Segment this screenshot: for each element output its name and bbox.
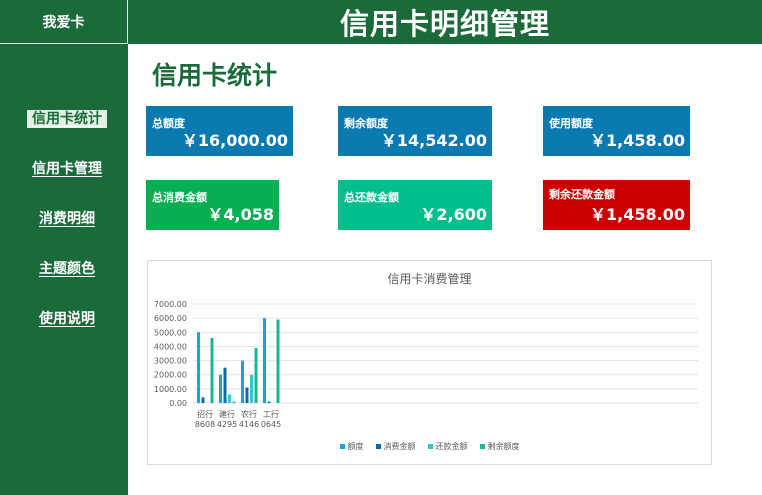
x-tick-label: 4146: [239, 420, 259, 429]
card-remaining-due: 剩余还款金额 ￥1,458.00: [543, 180, 690, 230]
nav-item-label: 信用卡管理: [32, 161, 102, 177]
bar-3-1: [232, 401, 236, 403]
bar-3-3: [276, 319, 280, 403]
y-tick-label: 1000.00: [154, 385, 187, 394]
y-tick-label: 3000.00: [154, 357, 187, 366]
bar-1-1: [223, 367, 227, 403]
nav-item-spending-details[interactable]: 消费明细: [14, 208, 120, 228]
legend-label: 消费金额: [383, 442, 416, 451]
bar-1-3: [267, 401, 271, 403]
page-title: 信用卡明细管理: [339, 7, 550, 41]
legend-label: 还款金额: [435, 442, 468, 451]
chart-legend: 额度 消费金额 还款金额 剩余额度: [148, 441, 711, 452]
card-remaining-limit: 剩余额度 ￥14,542.00: [338, 106, 492, 156]
y-tick-label: 0.00: [169, 399, 187, 408]
card-label: 使用额度: [549, 117, 593, 130]
card-total-limit: 总额度 ￥16,000.00: [146, 106, 293, 156]
bar-0-3: [263, 318, 266, 403]
card-label: 总消费金额: [152, 191, 207, 204]
card-value: ￥16,000.00: [181, 131, 288, 150]
card-value: ￥14,542.00: [380, 131, 487, 150]
x-tick-label: 招行: [197, 409, 213, 419]
bar-0-2: [241, 360, 244, 403]
header-bar: 信用卡明细管理: [128, 0, 762, 44]
card-value: ￥1,458.00: [590, 131, 685, 150]
legend-item: 剩余额度: [479, 441, 520, 452]
card-label: 剩余还款金额: [549, 188, 615, 201]
legend-swatch: [339, 444, 345, 449]
x-tick-label: 0645: [261, 420, 281, 429]
y-tick-label: 4000.00: [154, 342, 187, 351]
legend-swatch: [479, 444, 485, 449]
legend-item: 消费金额: [375, 441, 416, 452]
y-tick-label: 5000.00: [154, 328, 187, 337]
legend-swatch: [375, 444, 381, 449]
card-used-limit: 使用额度 ￥1,458.00: [543, 106, 690, 156]
legend-swatch: [427, 444, 433, 449]
nav-item-label: 主题颜色: [39, 261, 95, 277]
legend-label: 剩余额度: [487, 442, 520, 451]
card-value: ￥4,058: [207, 205, 274, 224]
nav-item-instructions[interactable]: 使用说明: [14, 308, 120, 328]
card-total-repaid: 总还款金额 ￥2,600: [338, 180, 492, 230]
chart-plot: 0.00 1000.00 2000.00 3000.00 4000.00 5000.00 6…: [154, 300, 698, 429]
nav-item-card-management[interactable]: 信用卡管理: [14, 158, 120, 178]
section-title: 信用卡统计: [152, 61, 278, 90]
y-tick-label: 7000.00: [154, 300, 187, 309]
nav-item-label: 消费明细: [39, 211, 95, 227]
card-label: 总额度: [152, 117, 185, 130]
bar-1-0: [201, 397, 205, 403]
spending-chart: 信用卡消费管理 0.00 1000.00 2000.00 3000.00 4000.00…: [147, 260, 712, 465]
brand-label: 我爱卡: [0, 0, 128, 44]
bar-2-2: [250, 374, 253, 403]
card-total-spend: 总消费金额 ￥4,058: [146, 180, 279, 230]
x-tick-label: 农行: [241, 409, 257, 419]
legend-item: 额度: [339, 441, 364, 452]
legend-label: 额度: [347, 442, 364, 451]
bar-3-2: [254, 347, 258, 403]
nav-item-card-stats[interactable]: 信用卡统计: [14, 108, 120, 128]
nav-item-label: 使用说明: [39, 311, 95, 327]
nav-item-theme-color[interactable]: 主题颜色: [14, 258, 120, 278]
x-tick-label: 工行: [263, 409, 279, 419]
y-tick-label: 6000.00: [154, 314, 187, 323]
bar-2-1: [228, 394, 231, 403]
bar-0-0: [197, 332, 200, 403]
sidebar: 我爱卡 信用卡统计 信用卡管理 消费明细 主题颜色 使用说明: [0, 0, 128, 495]
card-label: 总还款金额: [344, 191, 399, 204]
bar-1-2: [245, 387, 249, 403]
bar-0-1: [219, 374, 222, 403]
nav-item-label: 信用卡统计: [27, 110, 107, 128]
legend-item: 还款金额: [427, 441, 468, 452]
x-tick-label: 8608: [195, 420, 215, 429]
y-tick-label: 2000.00: [154, 371, 187, 380]
x-tick-label: 建行: [219, 409, 235, 419]
x-tick-label: 4295: [217, 420, 237, 429]
card-value: ￥1,458.00: [590, 205, 685, 224]
bar-3-0: [210, 337, 214, 403]
card-value: ￥2,600: [420, 205, 487, 224]
